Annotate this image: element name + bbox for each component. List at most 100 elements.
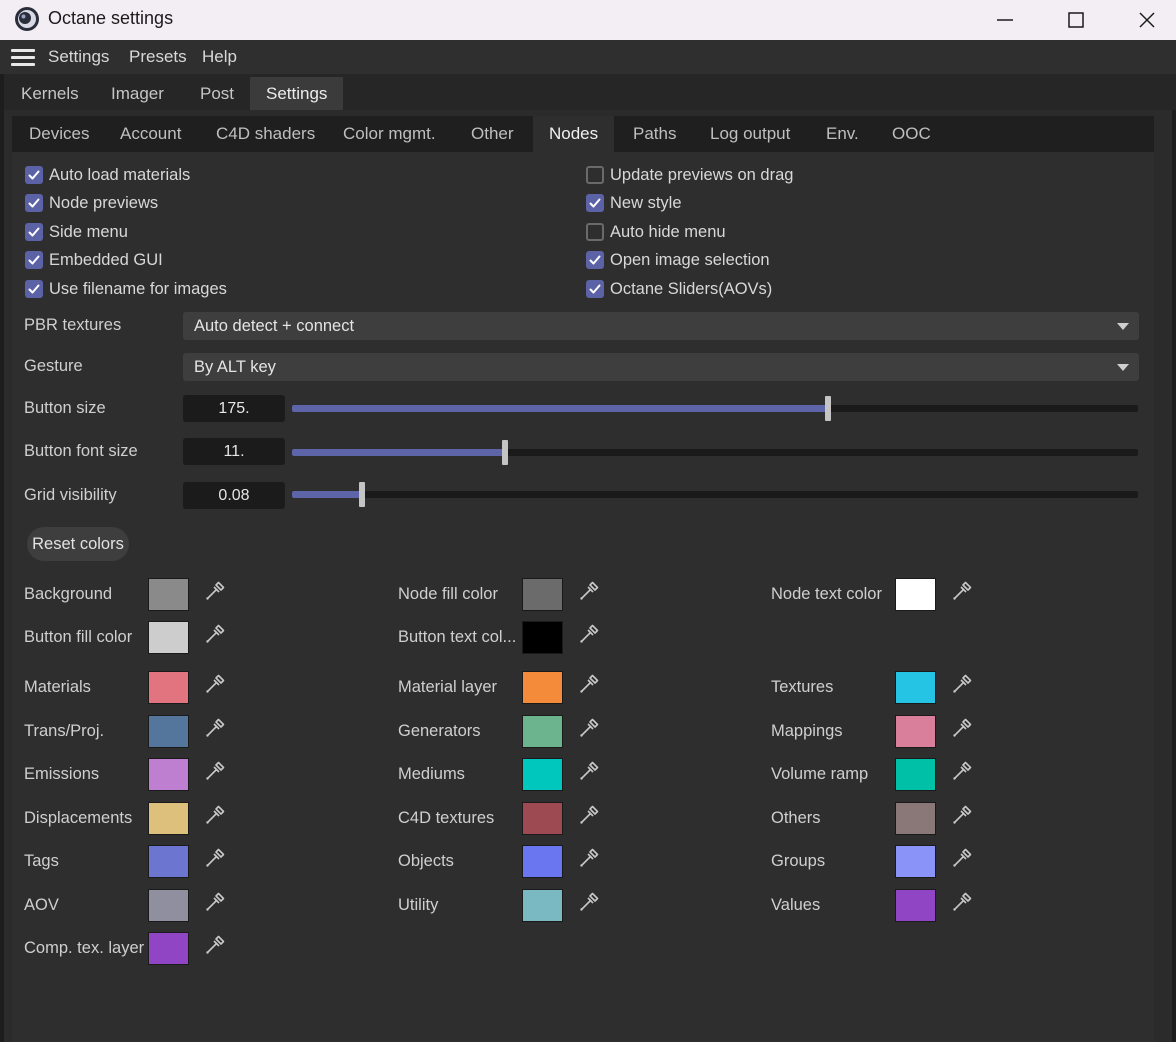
node-fill-color-color-swatch[interactable] <box>522 578 563 611</box>
aov-color-swatch[interactable] <box>148 889 189 922</box>
octane-sliders-aovs-checkbox[interactable]: Octane Sliders(AOVs) <box>586 278 772 300</box>
grid-visibility-slider[interactable] <box>292 482 1138 507</box>
eyedropper-icon[interactable] <box>951 760 973 782</box>
node-previews-checkbox[interactable]: Node previews <box>25 192 158 214</box>
eyedropper-icon[interactable] <box>204 673 226 695</box>
volume-ramp-color-swatch[interactable] <box>895 758 936 791</box>
minimize-button[interactable] <box>970 0 1040 40</box>
eyedropper-icon[interactable] <box>204 580 226 602</box>
tab-imager[interactable]: Imager <box>95 77 180 111</box>
pbr-textures-value: Auto detect + connect <box>194 317 355 335</box>
background-color-swatch[interactable] <box>148 578 189 611</box>
eyedropper-icon[interactable] <box>578 623 600 645</box>
button-font-size-slider[interactable] <box>292 440 1138 465</box>
button-text-col-color-swatch[interactable] <box>522 621 563 654</box>
tab-devices[interactable]: Devices <box>13 116 105 152</box>
emissions-color-swatch[interactable] <box>148 758 189 791</box>
slider-fill <box>292 449 505 456</box>
eyedropper-icon[interactable] <box>204 717 226 739</box>
eyedropper-icon[interactable] <box>204 891 226 913</box>
auto-hide-menu-checkbox[interactable]: Auto hide menu <box>586 221 726 243</box>
eyedropper-icon[interactable] <box>204 847 226 869</box>
auto-load-materials-checkbox[interactable]: Auto load materials <box>25 164 190 186</box>
mediums-color-swatch[interactable] <box>522 758 563 791</box>
tab-kernels[interactable]: Kernels <box>5 77 95 111</box>
update-previews-on-drag-checkbox[interactable]: Update previews on drag <box>586 164 793 186</box>
menu-settings[interactable]: Settings <box>48 47 109 67</box>
eyedropper-icon[interactable] <box>578 717 600 739</box>
button-size-input[interactable]: 175. <box>183 395 285 422</box>
checkmark-icon <box>25 280 43 298</box>
c4d-textures-color-swatch[interactable] <box>522 802 563 835</box>
tab-post[interactable]: Post <box>184 77 250 111</box>
utility-color-swatch[interactable] <box>522 889 563 922</box>
slider-handle[interactable] <box>825 396 831 421</box>
tab-other[interactable]: Other <box>455 116 530 152</box>
use-filename-for-images-checkbox[interactable]: Use filename for images <box>25 278 227 300</box>
eyedropper-icon[interactable] <box>204 934 226 956</box>
slider-handle[interactable] <box>359 482 365 507</box>
window-title: Octane settings <box>48 8 174 28</box>
eyedropper-icon[interactable] <box>578 847 600 869</box>
textures-color-swatch[interactable] <box>895 671 936 704</box>
eyedropper-icon[interactable] <box>951 891 973 913</box>
tab-c4d-shaders[interactable]: C4D shaders <box>200 116 331 152</box>
eyedropper-icon[interactable] <box>204 804 226 826</box>
reset-colors-button[interactable]: Reset colors <box>27 527 129 561</box>
checkbox-label: Open image selection <box>610 250 770 269</box>
new-style-checkbox[interactable]: New style <box>586 192 682 214</box>
comp-tex-layer-color-swatch[interactable] <box>148 932 189 965</box>
tab-ooc[interactable]: OOC <box>876 116 947 152</box>
eyedropper-icon[interactable] <box>578 804 600 826</box>
button-font-size-input[interactable]: 11. <box>183 438 285 465</box>
node-text-color-color-swatch[interactable] <box>895 578 936 611</box>
side-menu-checkbox[interactable]: Side menu <box>25 221 128 243</box>
button-fill-color-color-swatch[interactable] <box>148 621 189 654</box>
close-button[interactable] <box>1112 0 1176 40</box>
minimize-icon <box>997 19 1013 21</box>
generators-label: Generators <box>398 722 481 740</box>
tags-color-swatch[interactable] <box>148 845 189 878</box>
eyedropper-icon[interactable] <box>951 717 973 739</box>
embedded-gui-checkbox[interactable]: Embedded GUI <box>25 249 163 271</box>
groups-color-swatch[interactable] <box>895 845 936 878</box>
gesture-dropdown[interactable]: By ALT key <box>183 353 1139 381</box>
menu-presets[interactable]: Presets <box>129 47 187 67</box>
menu-help[interactable]: Help <box>202 47 237 67</box>
eyedropper-icon[interactable] <box>951 673 973 695</box>
eyedropper-icon[interactable] <box>204 760 226 782</box>
tab-account[interactable]: Account <box>104 116 197 152</box>
eyedropper-icon[interactable] <box>578 580 600 602</box>
tab-paths[interactable]: Paths <box>617 116 692 152</box>
materials-color-swatch[interactable] <box>148 671 189 704</box>
grid-visibility-input[interactable]: 0.08 <box>183 482 285 509</box>
eyedropper-icon[interactable] <box>204 623 226 645</box>
tab-color-mgmt[interactable]: Color mgmt. <box>327 116 452 152</box>
mappings-color-swatch[interactable] <box>895 715 936 748</box>
slider-handle[interactable] <box>502 440 508 465</box>
eyedropper-icon[interactable] <box>578 760 600 782</box>
hamburger-menu-icon[interactable] <box>11 49 35 67</box>
checkbox-label: Auto load materials <box>49 165 191 184</box>
tab-log-output[interactable]: Log output <box>694 116 806 152</box>
tab-env[interactable]: Env. <box>810 116 875 152</box>
eyedropper-icon[interactable] <box>578 891 600 913</box>
displacements-color-swatch[interactable] <box>148 802 189 835</box>
eyedropper-icon[interactable] <box>951 580 973 602</box>
eyedropper-icon[interactable] <box>578 673 600 695</box>
checkmark-icon <box>25 166 43 184</box>
eyedropper-icon[interactable] <box>951 847 973 869</box>
maximize-button[interactable] <box>1041 0 1111 40</box>
objects-color-swatch[interactable] <box>522 845 563 878</box>
open-image-selection-checkbox[interactable]: Open image selection <box>586 249 770 271</box>
eyedropper-icon[interactable] <box>951 804 973 826</box>
trans-proj-color-swatch[interactable] <box>148 715 189 748</box>
generators-color-swatch[interactable] <box>522 715 563 748</box>
material-layer-color-swatch[interactable] <box>522 671 563 704</box>
others-color-swatch[interactable] <box>895 802 936 835</box>
tab-settings[interactable]: Settings <box>250 77 344 111</box>
button-size-slider[interactable] <box>292 396 1138 421</box>
pbr-textures-dropdown[interactable]: Auto detect + connect <box>183 312 1139 340</box>
tab-nodes[interactable]: Nodes <box>533 116 615 152</box>
values-color-swatch[interactable] <box>895 889 936 922</box>
